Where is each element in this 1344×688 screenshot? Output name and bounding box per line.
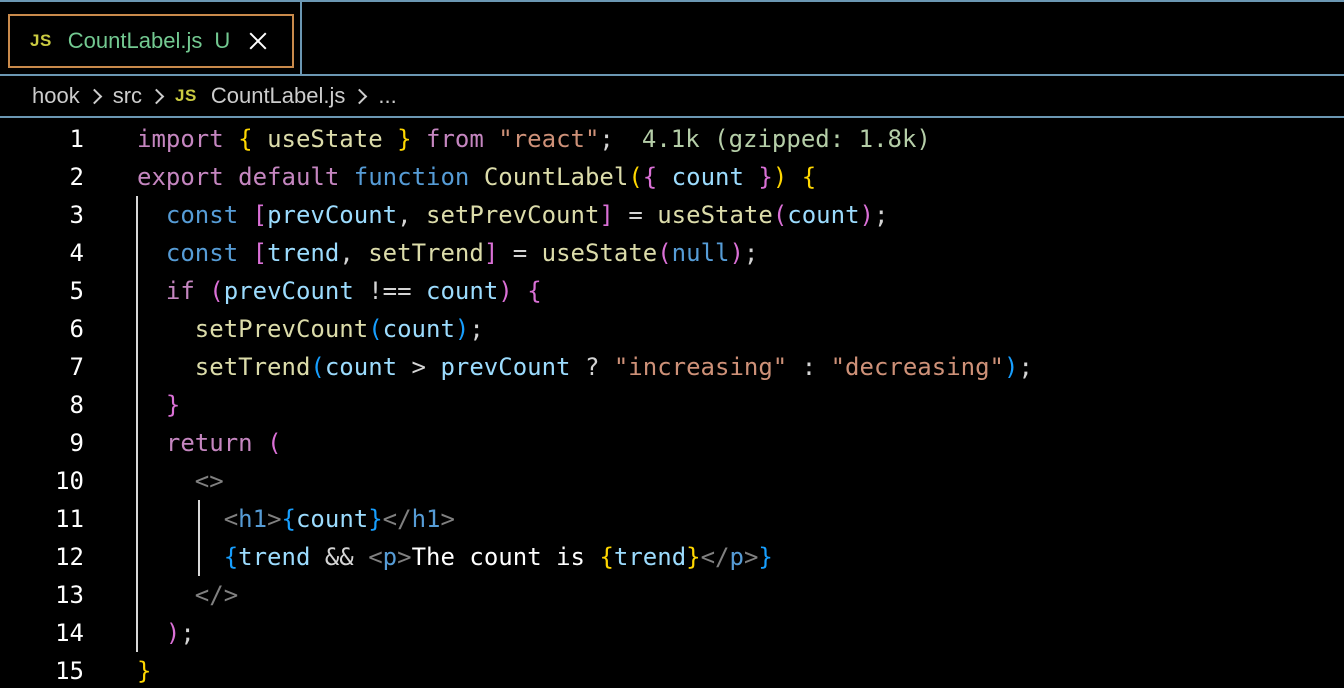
code-line[interactable]: 12 {trend && <p>The count is {trend}</p>… [0,538,1344,576]
tab-divider [300,2,302,76]
code-text: </> [194,581,239,609]
code-text: setPrevCount(count); [194,315,484,343]
code-line[interactable]: 14 ); [0,614,1344,652]
breadcrumb-item-hook[interactable]: hook [32,83,80,109]
line-number: 13 [55,581,84,609]
code-text: import { useState } from "react"; 4.1k (g… [137,125,931,153]
code-line[interactable]: 5 if (prevCount !== count) { [0,272,1344,310]
code-text: } [137,657,152,685]
code-text: return ( [165,429,282,457]
code-line[interactable]: 1 import { useState } from "react"; 4.1k (… [0,120,1344,158]
code-editor[interactable]: 1 import { useState } from "react"; 4.1k (… [0,120,1344,688]
code-line[interactable]: 4 const [trend, setTrend] = useState(nul… [0,234,1344,272]
breadcrumb: hook src JS CountLabel.js ... [0,76,1344,118]
tab-countlabel[interactable]: JS CountLabel.js U [8,14,294,68]
line-number: 10 [55,467,84,495]
breadcrumb-item-file[interactable]: CountLabel.js [211,83,346,109]
code-line[interactable]: 9 return ( [0,424,1344,462]
code-text: setTrend(count > prevCount ? "increasing… [194,353,1033,381]
tab-bar: JS CountLabel.js U [0,0,1344,76]
line-number: 3 [69,201,84,229]
javascript-file-icon: JS [175,86,197,105]
line-number: 14 [55,619,84,647]
line-number: 8 [69,391,84,419]
code-line[interactable]: 8 } [0,386,1344,424]
chevron-right-icon [86,88,102,104]
code-line[interactable]: 6 setPrevCount(count); [0,310,1344,348]
chevron-right-icon [352,88,368,104]
code-text: } [165,391,181,419]
line-number: 15 [55,657,84,685]
code-line[interactable]: 13 </> [0,576,1344,614]
line-number: 7 [69,353,84,381]
line-number: 1 [69,125,84,153]
breadcrumb-item-symbol[interactable]: ... [378,83,396,109]
git-status-badge: U [214,28,231,53]
code-text: ); [165,619,195,647]
line-number: 4 [69,239,84,267]
code-text: export default function CountLabel({ cou… [137,163,817,191]
chevron-right-icon [148,88,165,104]
line-number: 11 [55,505,84,533]
code-line[interactable]: 10 <> [0,462,1344,500]
code-text: if (prevCount !== count) { [165,277,542,305]
tab-filename: CountLabel.js [67,28,203,53]
code-line[interactable]: 7 setTrend(count > prevCount ? "increasi… [0,348,1344,386]
code-text: {trend && <p>The count is {trend}</p>} [223,543,773,571]
line-number: 5 [69,277,84,305]
code-line[interactable]: 15} [0,652,1344,688]
code-line[interactable]: 11 <h1>{count}</h1> [0,500,1344,538]
javascript-file-icon: JS [30,31,52,50]
code-line[interactable]: 3 const [prevCount, setPrevCount] = useS… [0,196,1344,234]
code-text: <h1>{count}</h1> [223,505,455,533]
line-number: 2 [69,163,84,191]
breadcrumb-item-src[interactable]: src [113,83,142,109]
line-number: 12 [55,543,84,571]
code-text: <> [194,467,224,495]
code-text: const [trend, setTrend] = useState(null)… [165,239,759,267]
import-cost-hint: 4.1k (gzipped: 1.8k) [641,125,931,153]
code-text: const [prevCount, setPrevCount] = useSta… [165,201,889,229]
line-number: 6 [69,315,84,343]
code-line[interactable]: 2 export default function CountLabel({ co… [0,158,1344,196]
close-icon[interactable] [248,31,268,51]
line-number: 9 [69,429,84,457]
